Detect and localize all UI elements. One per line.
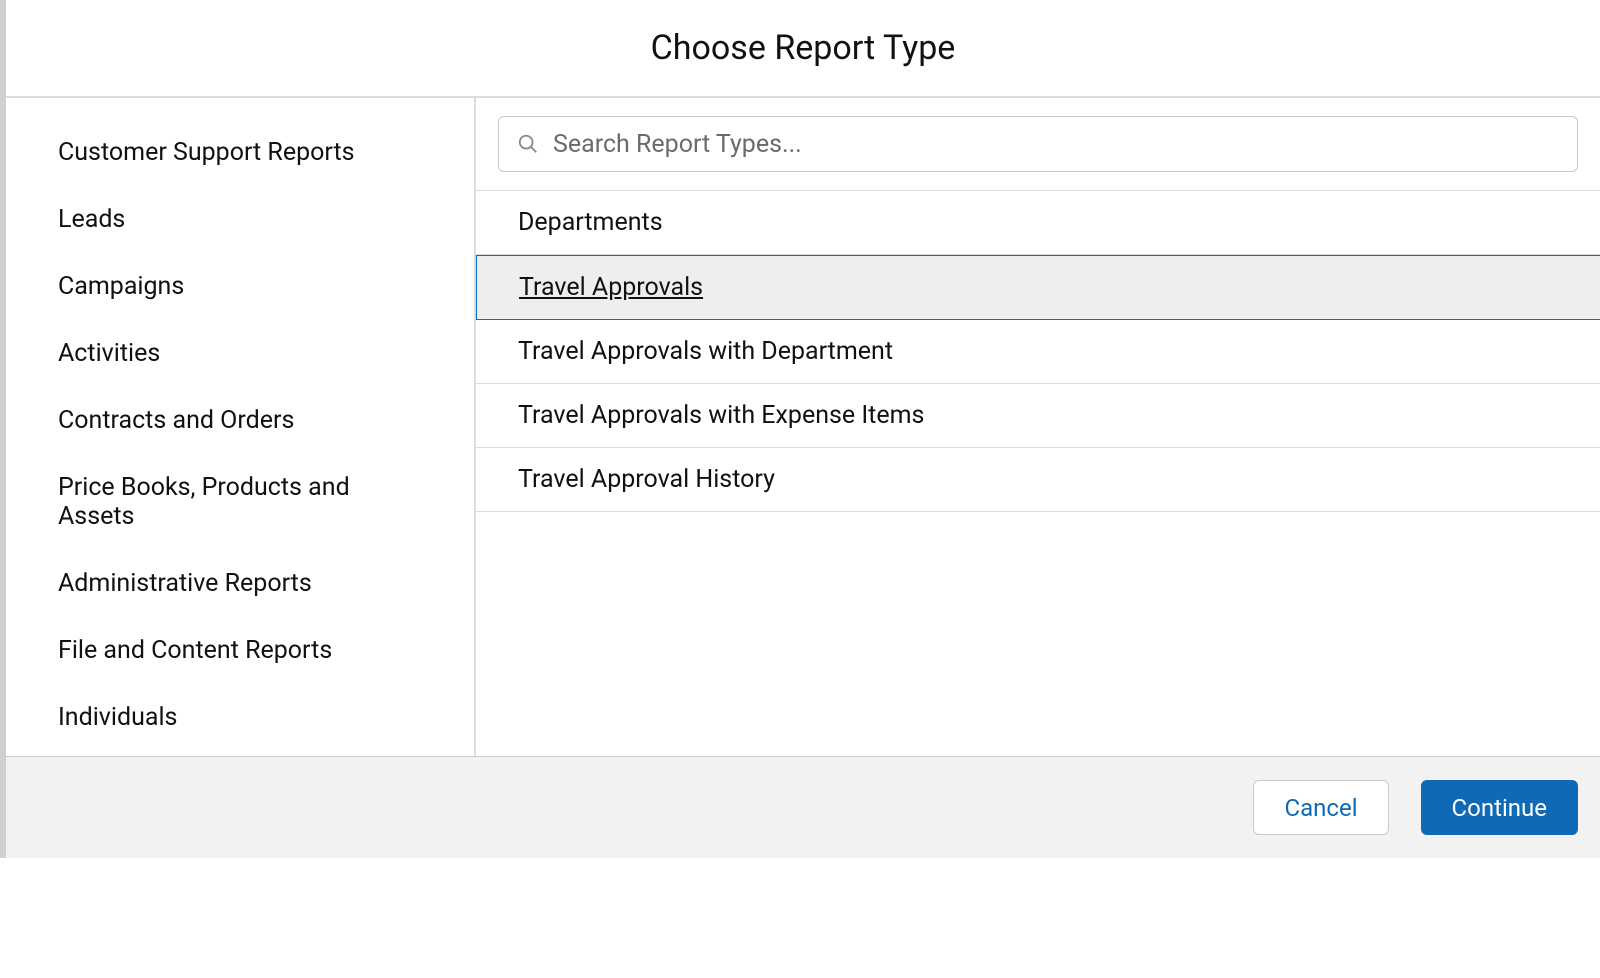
sidebar-item-leads[interactable]: Leads bbox=[6, 187, 474, 254]
sidebar-item-label: Price Books, Products and Assets bbox=[58, 473, 350, 531]
sidebar-item-campaigns[interactable]: Campaigns bbox=[6, 254, 474, 321]
sidebar-item-individuals[interactable]: Individuals bbox=[6, 685, 474, 752]
sidebar-item-administrative-reports[interactable]: Administrative Reports bbox=[6, 551, 474, 618]
continue-button[interactable]: Continue bbox=[1421, 780, 1578, 835]
report-type-label: Travel Approvals with Expense Items bbox=[518, 401, 924, 430]
sidebar-item-activities[interactable]: Activities bbox=[6, 321, 474, 388]
report-type-label: Travel Approvals bbox=[519, 273, 703, 302]
sidebar-item-label: Campaigns bbox=[58, 272, 184, 301]
choose-report-type-modal: Choose Report Type Customer Support Repo… bbox=[0, 0, 1600, 858]
sidebar-item-label: Contracts and Orders bbox=[58, 406, 294, 435]
modal-body: Customer Support Reports Leads Campaigns… bbox=[6, 98, 1600, 756]
report-type-item-travel-approval-history[interactable]: Travel Approval History bbox=[476, 448, 1600, 512]
sidebar-item-label: Individuals bbox=[58, 703, 177, 732]
search-wrapper bbox=[476, 98, 1600, 190]
modal-header: Choose Report Type bbox=[6, 0, 1600, 98]
report-type-item-travel-approvals-department[interactable]: Travel Approvals with Department bbox=[476, 320, 1600, 384]
search-box[interactable] bbox=[498, 116, 1578, 172]
report-type-item-departments[interactable]: Departments bbox=[476, 191, 1600, 255]
report-type-label: Travel Approvals with Department bbox=[518, 337, 893, 366]
modal-footer: Cancel Continue bbox=[6, 756, 1600, 858]
sidebar-item-label: File and Content Reports bbox=[58, 636, 332, 665]
search-icon bbox=[517, 133, 539, 155]
report-type-label: Departments bbox=[518, 208, 663, 237]
modal-title: Choose Report Type bbox=[651, 28, 956, 68]
sidebar-item-contracts-and-orders[interactable]: Contracts and Orders bbox=[6, 388, 474, 455]
report-type-item-travel-approvals-expense-items[interactable]: Travel Approvals with Expense Items bbox=[476, 384, 1600, 448]
sidebar-item-file-content-reports[interactable]: File and Content Reports bbox=[6, 618, 474, 685]
report-type-label: Travel Approval History bbox=[518, 465, 775, 494]
sidebar-item-label: Activities bbox=[58, 339, 160, 368]
report-type-item-travel-approvals[interactable]: Travel Approvals bbox=[476, 255, 1600, 320]
sidebar-item-label: Customer Support Reports bbox=[58, 138, 355, 167]
main-panel: Departments Travel Approvals Travel Appr… bbox=[476, 98, 1600, 756]
report-type-list: Departments Travel Approvals Travel Appr… bbox=[476, 190, 1600, 512]
category-sidebar: Customer Support Reports Leads Campaigns… bbox=[6, 98, 476, 756]
sidebar-item-label: Leads bbox=[58, 205, 125, 234]
cancel-button[interactable]: Cancel bbox=[1253, 780, 1388, 835]
sidebar-item-customer-support-reports[interactable]: Customer Support Reports bbox=[6, 120, 474, 187]
sidebar-item-price-books-products-assets[interactable]: Price Books, Products and Assets bbox=[6, 455, 474, 551]
sidebar-item-label: Administrative Reports bbox=[58, 569, 312, 598]
search-input[interactable] bbox=[553, 130, 1559, 159]
